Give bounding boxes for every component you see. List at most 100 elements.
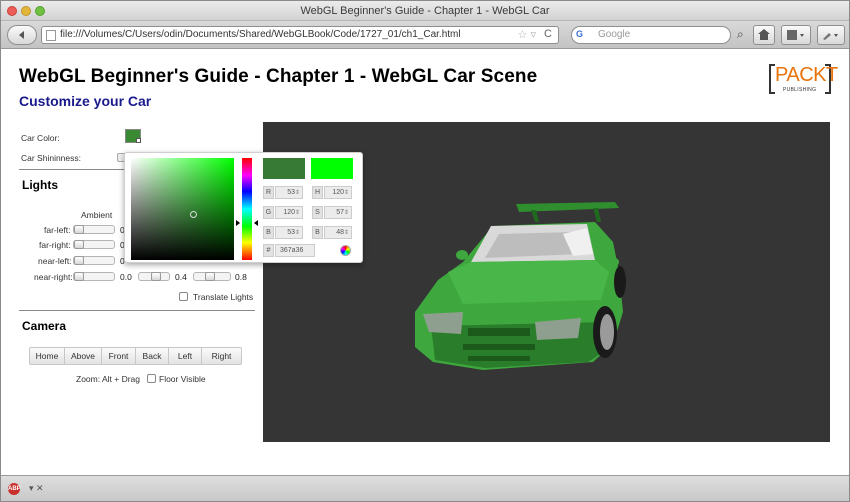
tools-menu-button[interactable] bbox=[817, 25, 845, 45]
saturation-field[interactable]: S 57 ⇕ bbox=[312, 206, 352, 219]
blue-field[interactable]: B 53 ⇕ bbox=[263, 226, 303, 239]
slider-handle[interactable] bbox=[74, 240, 84, 249]
hue-key: H bbox=[312, 186, 323, 199]
color-cursor[interactable] bbox=[190, 211, 197, 218]
hex-key: # bbox=[263, 244, 274, 257]
light-value: 0.0 bbox=[120, 272, 132, 282]
light-row-label: far-left: bbox=[44, 225, 71, 235]
saturation-value-text: 57 bbox=[336, 209, 344, 216]
green-value[interactable]: 120 ⇕ bbox=[275, 206, 303, 219]
slider-handle[interactable] bbox=[205, 272, 215, 281]
red-value-text: 53 bbox=[287, 189, 295, 196]
camera-above-button[interactable]: Above bbox=[65, 348, 102, 364]
camera-home-button[interactable]: Home bbox=[30, 348, 65, 364]
page-subtitle: Customize your Car bbox=[19, 93, 152, 109]
saturation-value[interactable]: 57 ⇕ bbox=[324, 206, 352, 219]
red-field[interactable]: R 53 ⇕ bbox=[263, 186, 303, 199]
brightness-key: B bbox=[312, 226, 323, 239]
camera-right-button[interactable]: Right bbox=[202, 348, 241, 364]
light-value: 0.8 bbox=[235, 272, 247, 282]
packt-logo: PACKT PUBLISHING bbox=[769, 64, 838, 94]
color-picker-popup: R 53 ⇕ H 120 ⇕ G 120 ⇕ S 57 ⇕ B 53 ⇕ B 48 ⇕ bbox=[124, 152, 363, 263]
light-row-label: far-right: bbox=[39, 240, 71, 250]
car-shininess-label: Car Shininness: bbox=[21, 153, 82, 163]
hue-arrow-right-icon bbox=[254, 220, 258, 226]
translate-lights-checkbox[interactable] bbox=[179, 292, 188, 301]
floor-visible-checkbox[interactable] bbox=[147, 374, 156, 383]
zoom-hint: Zoom: Alt + Drag bbox=[76, 374, 141, 384]
status-bar: ABP ▾ ✕ bbox=[1, 475, 849, 501]
light-row-label: near-right: bbox=[34, 272, 73, 282]
home-icon bbox=[758, 29, 770, 40]
logo-subtext: PUBLISHING bbox=[783, 87, 817, 93]
slider-handle[interactable] bbox=[151, 272, 161, 281]
adblock-icon[interactable]: ABP bbox=[8, 483, 21, 495]
light-row-label: near-left: bbox=[38, 256, 72, 266]
camera-front-button[interactable]: Front bbox=[102, 348, 136, 364]
hue-slider[interactable] bbox=[242, 158, 252, 260]
tools-icon bbox=[823, 33, 838, 40]
brightness-field[interactable]: B 48 ⇕ bbox=[312, 226, 352, 239]
color-wheel-icon[interactable] bbox=[340, 245, 351, 256]
address-bar[interactable]: file:///Volumes/C/Users/odin/Documents/S… bbox=[41, 26, 559, 44]
saturation-key: S bbox=[312, 206, 323, 219]
color-picker-toggle-icon bbox=[136, 138, 141, 143]
camera-back-button[interactable]: Back bbox=[136, 348, 169, 364]
back-button[interactable] bbox=[7, 25, 37, 45]
current-color-preview[interactable] bbox=[311, 158, 353, 179]
light-value: 0.4 bbox=[175, 272, 187, 282]
slider-handle[interactable] bbox=[74, 225, 84, 234]
bookmark-star-icon[interactable]: ☆ ▿ bbox=[518, 28, 536, 41]
hue-field[interactable]: H 120 ⇕ bbox=[312, 186, 352, 199]
reload-icon[interactable]: C bbox=[544, 28, 552, 40]
red-key: R bbox=[263, 186, 274, 199]
near-right-slider-2[interactable] bbox=[138, 272, 170, 281]
far-right-slider[interactable] bbox=[73, 240, 115, 249]
logo-text: PACKT bbox=[775, 64, 838, 86]
slider-handle[interactable] bbox=[74, 272, 84, 281]
bookmarks-icon bbox=[787, 30, 804, 40]
hue-value-text: 120 bbox=[332, 189, 344, 196]
saturation-brightness-area[interactable] bbox=[131, 158, 234, 260]
near-right-slider-1[interactable] bbox=[73, 272, 115, 281]
search-icon[interactable]: ⌕ bbox=[737, 27, 744, 42]
translate-lights-label: Translate Lights bbox=[193, 292, 254, 302]
window-title: WebGL Beginner's Guide - Chapter 1 - Web… bbox=[300, 5, 550, 17]
hue-arrow-left-icon bbox=[236, 220, 240, 226]
camera-left-button[interactable]: Left bbox=[169, 348, 202, 364]
green-key: G bbox=[263, 206, 274, 219]
title-bar: WebGL Beginner's Guide - Chapter 1 - Web… bbox=[1, 1, 849, 21]
close-addon-bar-icon[interactable]: ▾ ✕ bbox=[29, 483, 44, 494]
green-field[interactable]: G 120 ⇕ bbox=[263, 206, 303, 219]
camera-button-group: Home Above Front Back Left Right bbox=[29, 347, 242, 365]
browser-window: WebGL Beginner's Guide - Chapter 1 - Web… bbox=[0, 0, 850, 502]
browser-toolbar: file:///Volumes/C/Users/odin/Documents/S… bbox=[1, 21, 849, 49]
blue-key: B bbox=[263, 226, 274, 239]
blue-value-text: 53 bbox=[287, 229, 295, 236]
camera-title: Camera bbox=[22, 319, 67, 333]
search-bar[interactable]: G Google bbox=[571, 26, 731, 44]
page-icon bbox=[46, 30, 56, 41]
near-left-slider[interactable] bbox=[73, 256, 115, 265]
blue-value[interactable]: 53 ⇕ bbox=[275, 226, 303, 239]
back-arrow-icon bbox=[19, 31, 24, 39]
brightness-value-text: 48 bbox=[336, 229, 344, 236]
slider-handle[interactable] bbox=[74, 256, 84, 265]
near-right-slider-3[interactable] bbox=[193, 272, 231, 281]
hue-value[interactable]: 120 ⇕ bbox=[324, 186, 352, 199]
ambient-label: Ambient bbox=[81, 210, 113, 220]
red-value[interactable]: 53 ⇕ bbox=[275, 186, 303, 199]
hex-input[interactable]: 367a36 bbox=[275, 244, 315, 257]
far-left-slider[interactable] bbox=[73, 225, 115, 234]
brightness-value[interactable]: 48 ⇕ bbox=[324, 226, 352, 239]
google-icon[interactable]: G bbox=[576, 29, 590, 41]
divider bbox=[19, 310, 255, 311]
search-input[interactable]: Google bbox=[598, 29, 630, 40]
floor-visible-label: Floor Visible bbox=[159, 374, 206, 384]
green-value-text: 120 bbox=[283, 209, 295, 216]
car-color-swatch[interactable] bbox=[125, 129, 141, 143]
bookmarks-menu-button[interactable] bbox=[781, 25, 811, 45]
new-color-preview bbox=[263, 158, 305, 179]
url-text: file:///Volumes/C/Users/odin/Documents/S… bbox=[60, 29, 461, 40]
home-button[interactable] bbox=[753, 25, 775, 45]
